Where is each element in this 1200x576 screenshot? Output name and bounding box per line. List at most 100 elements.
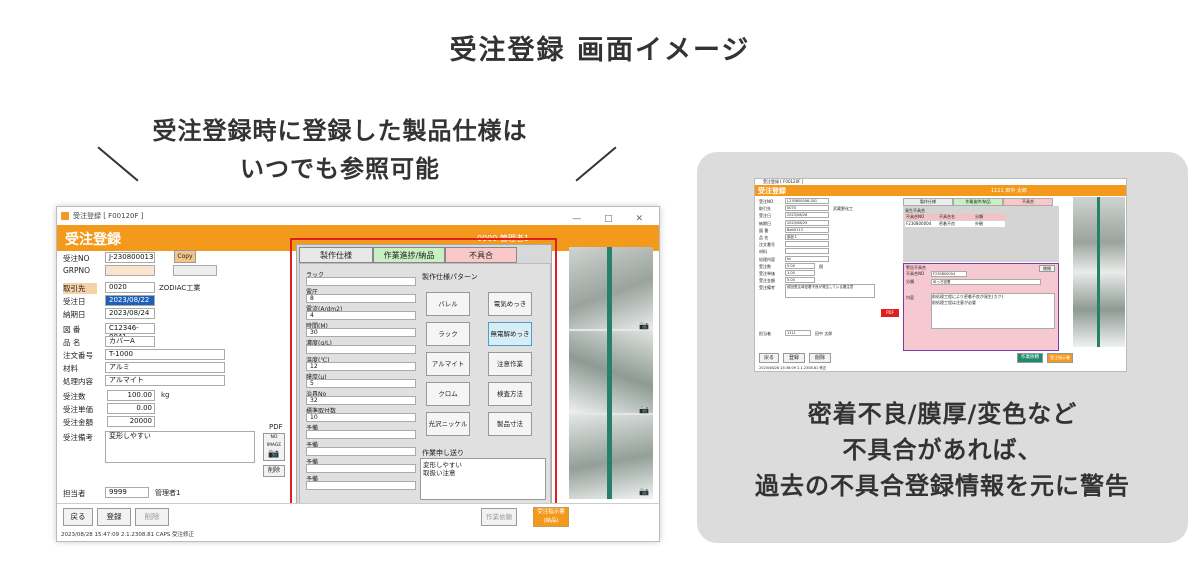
mini-field-label: 受注日 xyxy=(759,213,771,219)
product-photos: 📷 📷 📷 xyxy=(569,247,653,499)
field-value[interactable]: カバーA xyxy=(105,336,155,347)
work-request-button[interactable]: 作業依頼 xyxy=(481,508,517,526)
mini-field-value[interactable]: 2023/08/26 xyxy=(785,212,829,219)
mini-field-value[interactable]: 2023/08/29 xyxy=(785,219,829,226)
mini-tab-progress[interactable]: 作業進捗/納品 xyxy=(953,198,1003,206)
field-label: 受注日 xyxy=(63,297,86,306)
mini-defect-header: 不具合NO 不具合名 分類 xyxy=(905,214,1005,220)
mini-rack-pole xyxy=(1097,197,1100,347)
mini-field-label: 受注単価 xyxy=(759,271,775,276)
field-value[interactable] xyxy=(105,265,155,276)
mini-field-label: 受注金額 xyxy=(759,278,775,284)
footer-toolbar: 戻る 登録 削除 作業依頼 受注指示書 (納品) xyxy=(57,503,659,529)
mini-field-value[interactable]: 0070 xyxy=(785,205,829,212)
mini-field-extra: 武蔵野化工 xyxy=(833,206,853,212)
mini-field-extra: 個 xyxy=(819,263,823,269)
mini-field-value[interactable] xyxy=(785,241,829,248)
mini-work-button[interactable]: 作業依頼 xyxy=(1017,353,1043,363)
camera-icon[interactable]: 📷 xyxy=(639,321,649,330)
mini-print-button[interactable]: 受注指示書 xyxy=(1047,353,1073,363)
back-button[interactable]: 戻る xyxy=(63,508,93,526)
field-value[interactable]: アルミ xyxy=(105,362,225,373)
mini-header-user: 1111 田中 太郎 xyxy=(991,188,1027,194)
status-bar: 2023/08/28 15:47:09 2.1.2308.81 CAPS 受注修… xyxy=(61,532,195,538)
camera-icon[interactable]: 📷 xyxy=(639,405,649,414)
mini-field-label: 受注備考 xyxy=(759,285,775,291)
mini-pdf-icon[interactable]: PDF xyxy=(881,309,899,317)
mini-field-value[interactable]: 5.00 xyxy=(785,262,815,269)
mini-field-value[interactable]: 前回受注時密着不良が発生している要注意 xyxy=(785,284,875,299)
copy-button[interactable]: Copy xyxy=(174,250,196,263)
field-value[interactable]: 変形しやすい xyxy=(105,431,255,463)
field-value[interactable]: 2023/08/22 xyxy=(105,295,155,306)
mini-staff-name: 田中 太郎 xyxy=(815,331,833,336)
mini-field-label: 受注数 xyxy=(759,263,771,269)
field-label: 受注NO xyxy=(63,254,90,263)
field-value[interactable]: C12346-0041 xyxy=(105,323,155,341)
field-label: 図 番 xyxy=(63,325,81,334)
no-image-button[interactable]: NO IMAGE 📷 xyxy=(263,433,285,461)
mini-defect-row[interactable]: F230800004 密着不良 外観 xyxy=(905,221,1005,227)
mini-back-button[interactable]: 戻る xyxy=(759,353,779,363)
mini-field-label: 注文番号 xyxy=(759,242,775,248)
field-value[interactable]: 2023/08/24 xyxy=(105,308,155,319)
field-label: 受注単価 xyxy=(63,405,93,414)
field-extra: kg xyxy=(161,391,170,399)
field-value[interactable]: J-230800013 xyxy=(105,252,155,263)
mini-tabs: 製作仕様 作業進捗/納品 不具合 xyxy=(903,198,1059,206)
mini-field-value[interactable]: 5.00 xyxy=(785,277,815,284)
field-label: GRPNO xyxy=(63,266,91,275)
field-value[interactable]: 20000 xyxy=(107,416,155,427)
camera-icon[interactable]: 📷 xyxy=(639,487,649,496)
mini-field-label: 図 番 xyxy=(759,227,769,233)
mini-field-value[interactable]: 1.00 xyxy=(785,270,815,276)
field-label: 受注金額 xyxy=(63,418,93,427)
mini-field-value[interactable]: 部品１ xyxy=(785,234,829,240)
mini-field-label: 納期日 xyxy=(759,220,771,226)
mini-tab-spec[interactable]: 製作仕様 xyxy=(903,198,953,206)
mini-staff-label: 担当者 xyxy=(759,331,771,336)
delete-button[interactable]: 削除 xyxy=(135,508,169,526)
mini-field-value[interactable]: Bolt0113 xyxy=(785,226,829,233)
right-caption: 密着不良/膜厚/変色など 不具合があれば、 過去の不具合登録情報を元に警告 xyxy=(755,400,1130,500)
order-entry-window: 受注登録 [ F00120F ] — □ ✕ 受注登録 0000 管理者1 Co… xyxy=(56,206,660,542)
field-label: 材料 xyxy=(63,364,78,373)
mini-field-label: 取引先 xyxy=(759,206,771,212)
page-heading: 受注登録 画面イメージ xyxy=(449,35,751,66)
field-label: 受注数 xyxy=(63,392,86,401)
mini-defect-area: 発生不具合 不具合NO 不具合名 分類 F230800004 密着不良 外観 xyxy=(903,206,1059,262)
highlight-frame xyxy=(290,238,557,510)
field-label: 注文番号 xyxy=(63,351,93,360)
staff-label: 担当者 xyxy=(63,489,86,498)
field-label: 処理内容 xyxy=(63,377,93,386)
mini-order-window: 受注登録 [ F00120F ] 受注登録 1111 田中 太郎 PDF 製作仕… xyxy=(754,178,1127,372)
mini-field-label: 材料 xyxy=(759,249,767,255)
grp-extra-field[interactable] xyxy=(173,265,217,276)
image-delete-button[interactable]: 削除 xyxy=(263,465,285,477)
mini-delete-button[interactable]: 削除 xyxy=(809,353,831,363)
print-order-button[interactable]: 受注指示書 (納品) xyxy=(533,507,569,527)
mini-staff-code[interactable]: 1111 xyxy=(785,330,811,336)
mini-register-button[interactable]: 登録 xyxy=(783,353,805,363)
field-value[interactable]: 100.00 xyxy=(107,390,155,401)
rack-pole xyxy=(607,247,612,499)
mini-field-label: 受注NO xyxy=(759,199,774,204)
mini-field-value[interactable]: J-230800006-001 xyxy=(785,198,829,204)
mini-field-label: 品 名 xyxy=(759,235,769,240)
field-value[interactable]: 0.00 xyxy=(107,403,155,414)
staff-code[interactable]: 9999 xyxy=(105,487,149,498)
mini-tab-defect[interactable]: 不具合 xyxy=(1003,198,1053,206)
window-titlebar: 受注登録 [ F00120F ] — □ ✕ xyxy=(57,207,659,225)
field-label: 取引先 xyxy=(63,283,97,294)
register-button[interactable]: 登録 xyxy=(97,508,131,526)
window-title: 受注登録 [ F00120F ] xyxy=(73,212,144,220)
field-extra: ZODIAC工業 xyxy=(159,284,201,292)
field-value[interactable]: アルマイト xyxy=(105,375,225,386)
mini-photos xyxy=(1073,197,1125,347)
mini-field-value[interactable]: Ni xyxy=(785,255,829,262)
mini-field-value[interactable] xyxy=(785,248,829,255)
camera-icon: 📷 xyxy=(268,449,280,459)
mini-field-label: 処理内容 xyxy=(759,256,775,262)
field-value[interactable]: T-1000 xyxy=(105,349,225,360)
field-value[interactable]: 0020 xyxy=(105,282,155,293)
